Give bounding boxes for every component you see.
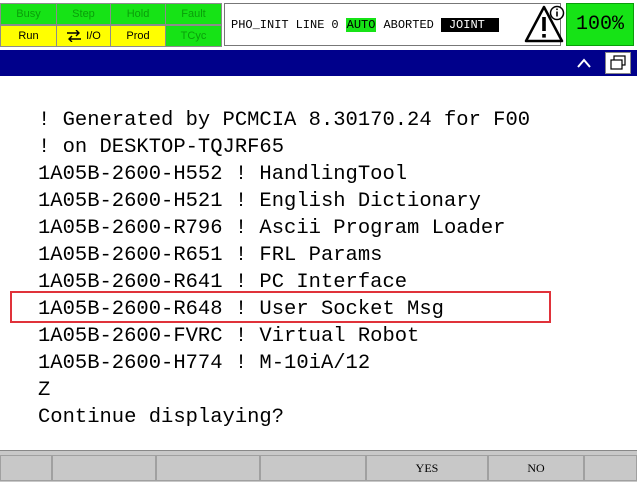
content-line: 1A05B-2600-H521 ! English Dictionary [38, 190, 481, 213]
no-button[interactable]: NO [488, 455, 584, 481]
content-line: 1A05B-2600-H774 ! M-10iA/12 [38, 352, 371, 375]
io-label: I/O [86, 30, 101, 42]
warning-icon[interactable] [523, 3, 565, 45]
highlight-box [10, 291, 551, 323]
coord-system-badge: JOINT [440, 17, 499, 32]
fault-indicator: Fault [165, 3, 222, 25]
busy-indicator: Busy [0, 3, 57, 25]
prod-indicator: Prod [110, 25, 166, 47]
window-toggle-glyph [610, 55, 626, 70]
yes-button[interactable]: YES [366, 455, 488, 481]
caret-up-icon[interactable] [570, 53, 598, 73]
line-label: LINE [295, 17, 325, 32]
line-number: 0 [331, 17, 339, 32]
status-indicators: Busy Step Hold Fault Run I/O Prod TCyc [0, 0, 222, 48]
f-extra-key[interactable] [584, 455, 637, 481]
content-line: 1A05B-2600-R796 ! Ascii Program Loader [38, 217, 506, 240]
content-line: ! on DESKTOP-TQJRF65 [38, 136, 285, 159]
mode-badge: AUTO [345, 17, 377, 32]
speed-override[interactable]: 100% [566, 3, 634, 46]
content-line: 1A05B-2600-H552 ! HandlingTool [38, 163, 408, 186]
program-name: PHO_INIT [231, 17, 289, 32]
f3-key[interactable] [156, 455, 260, 481]
content-line: ! Generated by PCMCIA 8.30170.24 for F00 [38, 109, 531, 132]
window-title-bar [0, 50, 637, 76]
f1-key[interactable] [0, 455, 52, 481]
step-indicator: Step [56, 3, 111, 25]
tcyc-indicator: TCyc [165, 25, 222, 47]
content-line: Z [38, 379, 51, 402]
caret-up-glyph [577, 58, 591, 68]
hold-indicator: Hold [110, 3, 166, 25]
content-line: 1A05B-2600-FVRC ! Virtual Robot [38, 325, 420, 348]
io-indicator: I/O [56, 25, 111, 47]
program-status-line: PHO_INIT LINE 0 AUTO ABORTED JOINT [224, 3, 561, 46]
f2-key[interactable] [52, 455, 156, 481]
io-icon [67, 30, 82, 42]
continue-prompt: Continue displaying? [38, 406, 285, 429]
run-indicator: Run [0, 25, 57, 47]
content-line: 1A05B-2600-R651 ! FRL Params [38, 244, 383, 267]
f4-key[interactable] [260, 455, 366, 481]
content-area: ! Generated by PCMCIA 8.30170.24 for F00… [0, 76, 637, 450]
function-key-bar: YES NO [0, 450, 637, 482]
execution-state: ABORTED [383, 17, 434, 32]
window-toggle-icon[interactable] [605, 52, 631, 74]
